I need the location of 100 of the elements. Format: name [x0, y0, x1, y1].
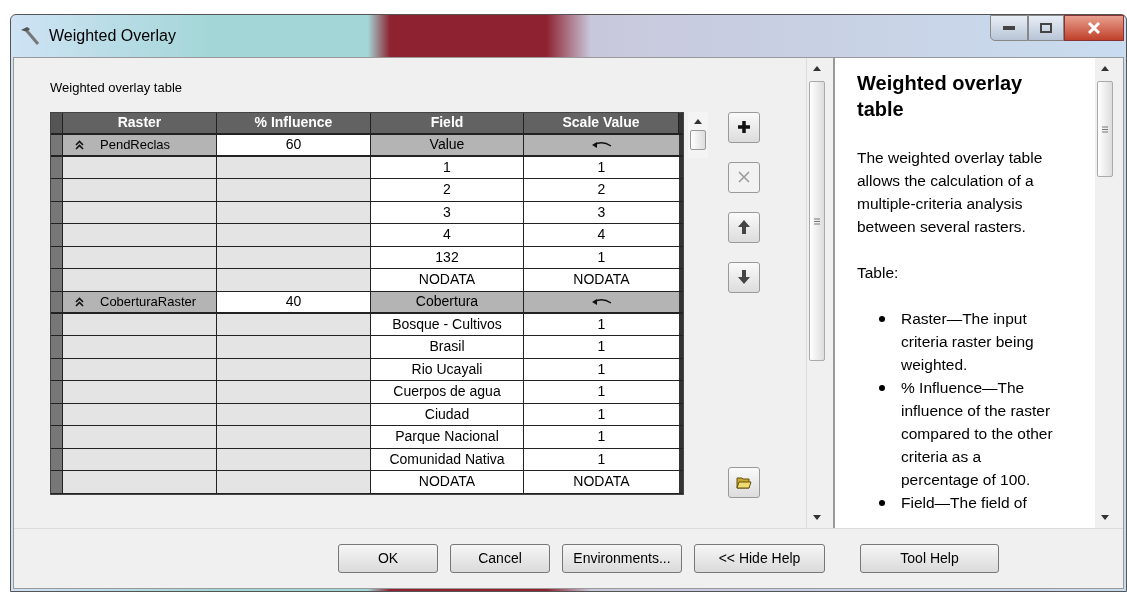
table-cell: Parque Nacional — [371, 426, 524, 448]
help-list-item: Field—The field of — [901, 493, 1027, 513]
table-cell[interactable]: 1 — [524, 426, 679, 448]
dialog-button[interactable]: Tool Help — [860, 544, 999, 573]
table-cell[interactable]: 1 — [524, 403, 679, 425]
column-header: Field — [371, 112, 524, 133]
table-cell: Comunidad Nativa — [371, 448, 524, 470]
table-cell[interactable]: 3 — [524, 201, 679, 223]
scroll-up-icon — [812, 66, 821, 71]
dialog-button[interactable]: << Hide Help — [694, 544, 825, 573]
table-cell[interactable]: 1 — [524, 358, 679, 380]
grip-icon — [1102, 125, 1108, 133]
row-header[interactable] — [51, 156, 63, 178]
table-cell[interactable]: 1 — [524, 246, 679, 268]
down-arrow-icon — [736, 269, 752, 285]
table-cell[interactable]: 4 — [524, 224, 679, 246]
undo-icon — [590, 297, 613, 306]
open-button[interactable] — [728, 466, 760, 498]
table-cell: Ciudad — [371, 403, 524, 425]
row-header[interactable] — [51, 471, 63, 493]
scroll-down-icon — [1101, 515, 1109, 520]
row-header[interactable] — [51, 246, 63, 268]
row-header[interactable] — [51, 134, 63, 155]
table-cell[interactable]: 1 — [524, 313, 679, 335]
undo-icon — [590, 140, 613, 149]
raster-name: CoberturaRaster — [100, 292, 197, 311]
table-cell: Bosque - Cultivos — [371, 313, 524, 335]
row-header[interactable] — [51, 179, 63, 201]
table-cell: Value — [371, 134, 524, 155]
collapse-icon[interactable] — [75, 296, 84, 307]
add-button[interactable] — [728, 111, 760, 143]
row-header[interactable] — [51, 426, 63, 448]
table-cell: Rio Ucayali — [371, 358, 524, 380]
grip-icon — [813, 217, 820, 225]
up-button[interactable] — [728, 211, 760, 243]
minimize-icon — [1003, 26, 1015, 30]
scroll-up-icon — [694, 118, 702, 124]
close-icon — [1087, 22, 1101, 34]
table-cell: 132 — [371, 246, 524, 268]
influence-field[interactable]: 60 — [217, 134, 371, 155]
maximize-icon — [1040, 23, 1052, 33]
dialog-button[interactable]: Cancel — [450, 544, 550, 573]
table-cell: Cobertura — [371, 291, 524, 312]
column-header: Raster — [63, 112, 217, 133]
minimize-button[interactable] — [990, 15, 1028, 41]
dialog-button[interactable]: OK — [338, 544, 438, 573]
help-list-item: % Influence—The influence of the raster compared to the other criteria as a percentage of 100. — [901, 378, 1054, 490]
hammer-icon — [19, 26, 41, 46]
bullet-icon — [879, 385, 885, 391]
maximize-button[interactable] — [1028, 15, 1064, 41]
table-cell: 4 — [371, 224, 524, 246]
table-cell: NODATA — [371, 471, 524, 493]
row-header[interactable] — [51, 269, 63, 291]
table-cell: 2 — [371, 179, 524, 201]
row-header[interactable] — [51, 358, 63, 380]
table-cell[interactable]: NODATA — [524, 471, 679, 493]
table-cell[interactable]: 1 — [524, 381, 679, 403]
row-header[interactable] — [51, 403, 63, 425]
table-cell: Brasil — [371, 336, 524, 358]
table-cell[interactable]: 2 — [524, 179, 679, 201]
scrollbar[interactable] — [806, 58, 826, 528]
help-paragraph: The weighted overlay table allows the calculation of a multiple-criteria analysis between several rasters. — [857, 148, 1044, 237]
scroll-down-icon — [812, 515, 821, 520]
bullet-icon — [879, 500, 885, 506]
row-header[interactable] — [51, 448, 63, 470]
table-cell: Cuerpos de agua — [371, 381, 524, 403]
scroll-up-icon — [1101, 66, 1109, 71]
table-cell: 3 — [371, 201, 524, 223]
help-title: Weighted overlay table — [857, 71, 1024, 122]
table-cell: NODATA — [371, 269, 524, 291]
bullet-icon — [879, 316, 885, 322]
table-scrollbar[interactable] — [688, 111, 708, 158]
help-paragraph: Table: — [857, 263, 900, 283]
help-list-item: Raster—The input criteria raster being weighted. — [901, 309, 1035, 375]
up-arrow-icon — [736, 219, 752, 235]
row-header[interactable] — [51, 201, 63, 223]
remove-icon — [736, 169, 752, 185]
influence-field[interactable]: 40 — [217, 291, 371, 312]
column-header: % Influence — [217, 112, 371, 133]
plus-icon — [736, 119, 752, 135]
table-cell[interactable]: 1 — [524, 448, 679, 470]
column-header: Scale Value — [524, 112, 679, 133]
row-header[interactable] — [51, 291, 63, 312]
table-cell[interactable]: 1 — [524, 156, 679, 178]
section-label: Weighted overlay table — [50, 79, 183, 97]
row-header[interactable] — [51, 336, 63, 358]
folder-icon — [736, 474, 752, 490]
dialog-button[interactable]: Environments... — [562, 544, 682, 573]
help-scrollbar[interactable] — [1095, 58, 1115, 528]
row-header[interactable] — [51, 224, 63, 246]
window-title: Weighted Overlay — [49, 26, 176, 46]
table-cell[interactable]: NODATA — [524, 269, 679, 291]
close-button[interactable] — [1064, 15, 1124, 41]
table-cell: 1 — [371, 156, 524, 178]
table-cell[interactable]: 1 — [524, 336, 679, 358]
raster-name: PendReclas — [100, 135, 171, 154]
row-header[interactable] — [51, 313, 63, 335]
collapse-icon[interactable] — [75, 139, 84, 150]
down-button[interactable] — [728, 261, 760, 293]
row-header[interactable] — [51, 381, 63, 403]
